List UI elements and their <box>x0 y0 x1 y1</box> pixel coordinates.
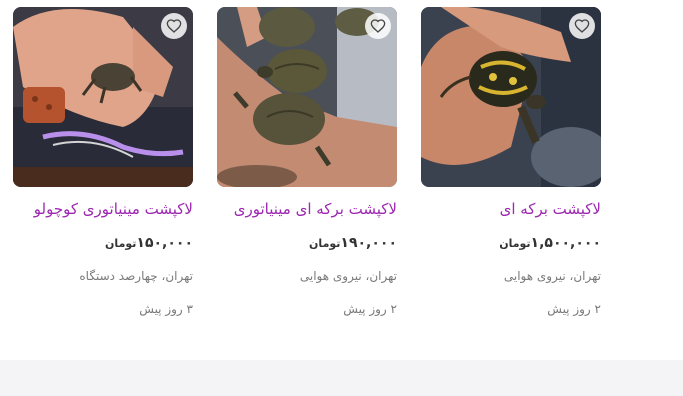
price-value: ۱۹۰,۰۰۰ <box>340 235 397 251</box>
listing-title[interactable]: لاکپشت مینیاتوری کوچولو <box>0 198 193 220</box>
listing-location: تهران، نیروی هوایی <box>503 269 601 283</box>
listing-price: ۱۹۰,۰۰۰تومان <box>306 235 397 251</box>
price-value: ۱۵۰,۰۰۰ <box>136 235 193 251</box>
listing-photo[interactable] <box>421 7 601 187</box>
listing-time: ۲ روز پیش <box>343 302 397 316</box>
listing-location: تهران، چهارصد دستگاه <box>79 269 193 283</box>
listing-location: تهران، نیروی هوایی <box>299 269 397 283</box>
footer-band <box>0 360 683 396</box>
listing-time: ۲ روز پیش <box>547 302 601 316</box>
listing-photo[interactable] <box>217 7 397 187</box>
listing-price: ۱۵۰,۰۰۰تومان <box>102 235 193 251</box>
listing-price: ۱,۵۰۰,۰۰۰تومان <box>496 235 601 251</box>
favorite-button[interactable] <box>569 13 595 39</box>
listing-card[interactable]: لاکپشت مینیاتوری کوچولو ۱۵۰,۰۰۰تومان تهر… <box>13 0 193 330</box>
heart-icon <box>370 19 386 33</box>
listing-title[interactable]: لاکپشت برکه ای مینیاتوری <box>197 198 397 220</box>
listing-time: ۳ روز پیش <box>139 302 193 316</box>
listing-card[interactable]: لاکپشت برکه ای ۱,۵۰۰,۰۰۰تومان تهران، نیر… <box>421 0 601 330</box>
currency-label: تومان <box>105 237 137 250</box>
listing-photo[interactable] <box>13 7 193 187</box>
currency-label: تومان <box>309 237 341 250</box>
price-value: ۱,۵۰۰,۰۰۰ <box>530 235 601 251</box>
currency-label: تومان <box>499 237 531 250</box>
listing-card[interactable]: لاکپشت برکه ای مینیاتوری ۱۹۰,۰۰۰تومان ته… <box>217 0 397 330</box>
favorite-button[interactable] <box>365 13 391 39</box>
listing-title[interactable]: لاکپشت برکه ای <box>401 198 601 220</box>
heart-icon <box>574 19 590 33</box>
heart-icon <box>166 19 182 33</box>
favorite-button[interactable] <box>161 13 187 39</box>
